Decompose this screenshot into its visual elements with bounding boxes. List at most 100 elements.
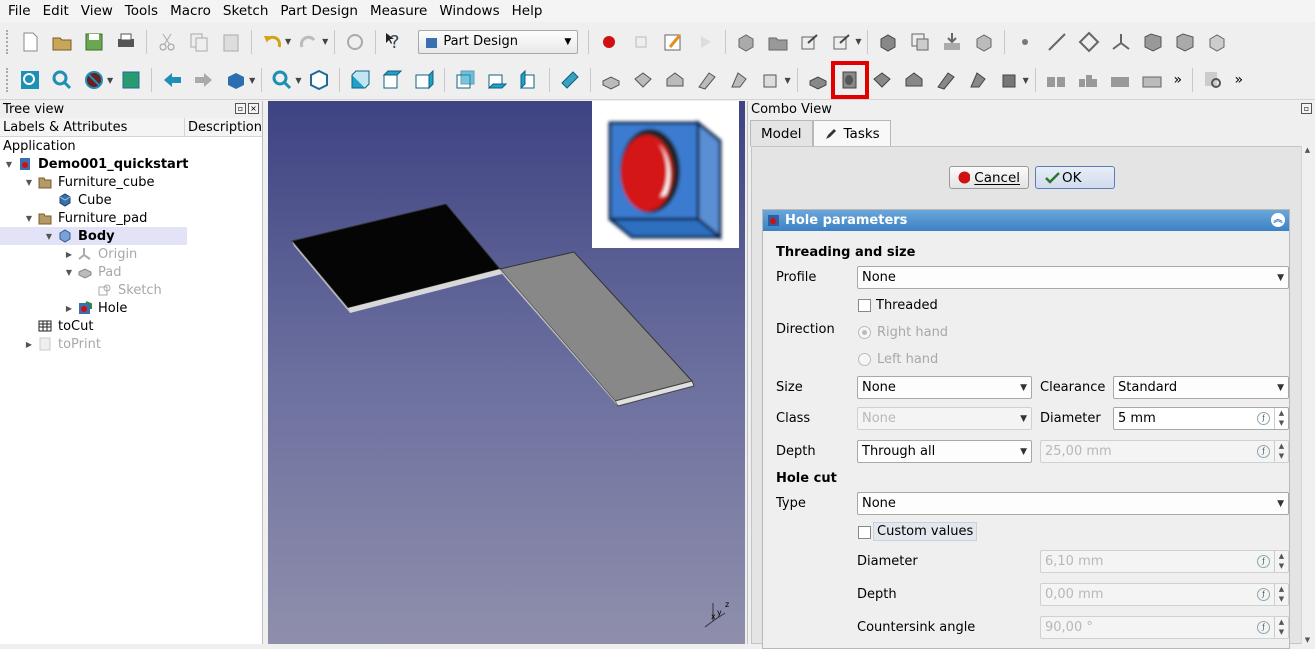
profile-select[interactable]: None ▼	[857, 266, 1289, 289]
group-icon[interactable]	[765, 29, 791, 55]
additive-helix-icon[interactable]	[726, 67, 752, 93]
refresh-icon[interactable]	[342, 29, 368, 55]
menu-tools[interactable]: Tools	[119, 3, 164, 19]
right-hand-radio[interactable]	[858, 326, 871, 339]
menu-file[interactable]: File	[2, 3, 37, 19]
redo-icon[interactable]	[296, 29, 322, 55]
tree-item-origin[interactable]: ▶ Origin	[0, 245, 262, 263]
subtractive-primitive-icon[interactable]	[997, 67, 1023, 93]
redo-dropdown-icon[interactable]: ▼	[322, 37, 328, 46]
mirrored-icon[interactable]	[1043, 67, 1069, 93]
class-select[interactable]: None ▼	[857, 407, 1032, 430]
bounding-box-icon[interactable]	[118, 67, 144, 93]
float-icon[interactable]: ▫	[1301, 103, 1312, 114]
link-actions-icon[interactable]	[829, 29, 855, 55]
toolbar-grip[interactable]	[6, 68, 10, 92]
menu-help[interactable]: Help	[506, 3, 549, 19]
3d-viewport[interactable]: z y x	[268, 101, 745, 644]
left-view-icon[interactable]	[516, 67, 542, 93]
spin-arrows-icon[interactable]: ▲ ▼	[1274, 617, 1288, 638]
tree-item-demo[interactable]: ▼ Demo001_quickstart	[0, 155, 262, 173]
stop-macro-icon[interactable]	[628, 29, 654, 55]
polar-pattern-icon[interactable]	[1107, 67, 1133, 93]
run-macro-icon[interactable]	[692, 29, 718, 55]
tab-tasks[interactable]: Tasks	[812, 120, 891, 147]
menu-measure[interactable]: Measure	[364, 3, 433, 19]
expand-arrow-icon[interactable]: ▼	[24, 214, 34, 223]
threaded-checkbox[interactable]	[858, 299, 871, 312]
subtractive-dropdown-icon[interactable]: ▼	[1023, 76, 1029, 85]
spin-arrows-icon[interactable]: ▲ ▼	[1274, 551, 1288, 572]
datum-plane-icon[interactable]	[1076, 29, 1102, 55]
menu-windows[interactable]: Windows	[433, 3, 505, 19]
scroll-down-icon[interactable]: ▼	[1302, 636, 1313, 644]
edit-macro-icon[interactable]	[660, 29, 686, 55]
cut-depth-input[interactable]: 0,00 mm ƒ ▲ ▼	[1040, 583, 1289, 606]
expression-icon[interactable]: ƒ	[1257, 621, 1270, 634]
isometric-view-icon[interactable]	[306, 67, 332, 93]
menu-edit[interactable]: Edit	[37, 3, 75, 19]
additive-primitive-icon[interactable]	[758, 67, 784, 93]
tree-item-furniture-cube[interactable]: ▼ Furniture_cube	[0, 173, 262, 191]
open-folder-icon[interactable]	[49, 29, 75, 55]
more-tools-2-icon[interactable]: »	[1232, 67, 1246, 93]
menu-part-design[interactable]: Part Design	[274, 3, 364, 19]
draw-style-dropdown-icon[interactable]: ▼	[107, 76, 113, 85]
menu-macro[interactable]: Macro	[164, 3, 217, 19]
expression-icon[interactable]: ƒ	[1257, 555, 1270, 568]
undo-icon[interactable]	[259, 29, 285, 55]
spin-arrows-icon[interactable]: ▲ ▼	[1274, 584, 1288, 605]
tree-item-tocut[interactable]: toCut	[0, 317, 262, 335]
sync-view-icon[interactable]	[223, 67, 249, 93]
countersink-angle-input[interactable]: 90,00 ° ƒ ▲ ▼	[1040, 616, 1289, 639]
tree-item-furniture-pad[interactable]: ▼ Furniture_pad	[0, 209, 262, 227]
size-select[interactable]: None ▼	[857, 376, 1032, 399]
float-icon[interactable]: ▫	[235, 103, 246, 114]
custom-values-checkbox[interactable]	[858, 526, 871, 539]
part-icon[interactable]	[733, 29, 759, 55]
subtractive-pipe-icon[interactable]	[933, 67, 959, 93]
create-sketch-icon[interactable]	[907, 29, 933, 55]
task-panel-scrollbar[interactable]: ▲ ▼	[1301, 146, 1313, 644]
depth-type-select[interactable]: Through all ▼	[857, 440, 1032, 463]
tree-item-sketch[interactable]: Sketch	[0, 281, 262, 299]
hole-parameters-header[interactable]: Hole parameters ︽	[763, 210, 1289, 231]
pad-icon[interactable]	[598, 67, 624, 93]
multi-transform-icon[interactable]	[1139, 67, 1165, 93]
tree-item-body[interactable]: ▼ Body	[0, 227, 187, 245]
link-icon[interactable]	[797, 29, 823, 55]
additive-dropdown-icon[interactable]: ▼	[784, 76, 790, 85]
tree-item-toprint[interactable]: ▶ toPrint	[0, 335, 262, 353]
spin-arrows-icon[interactable]: ▲ ▼	[1274, 441, 1288, 462]
top-view-icon[interactable]	[379, 67, 405, 93]
additive-loft-icon[interactable]	[662, 67, 688, 93]
cancel-button[interactable]: Cancel	[949, 166, 1029, 189]
hole-icon[interactable]	[830, 61, 869, 99]
new-document-icon[interactable]	[17, 29, 43, 55]
sync-dropdown-icon[interactable]: ▼	[249, 76, 255, 85]
local-cs-icon[interactable]	[1108, 29, 1134, 55]
draw-style-icon[interactable]	[81, 67, 107, 93]
workbench-selector[interactable]: Part Design ▼	[418, 29, 579, 54]
linear-pattern-icon[interactable]	[1075, 67, 1101, 93]
bottom-view-icon[interactable]	[484, 67, 510, 93]
forward-arrow-icon[interactable]	[191, 67, 217, 93]
datum-point-icon[interactable]	[1012, 29, 1038, 55]
pocket-icon[interactable]	[805, 67, 831, 93]
inspect-icon[interactable]	[1200, 67, 1226, 93]
measure-distance-icon[interactable]	[557, 67, 583, 93]
subtractive-loft-icon[interactable]	[901, 67, 927, 93]
tab-model[interactable]: Model	[750, 120, 813, 146]
link-dropdown-icon[interactable]: ▼	[855, 37, 861, 46]
zoom-icon[interactable]	[269, 67, 295, 93]
ok-button[interactable]: OK	[1035, 166, 1115, 189]
datum-line-icon[interactable]	[1044, 29, 1070, 55]
sub-shape-binder-icon[interactable]	[1172, 29, 1198, 55]
back-arrow-icon[interactable]	[159, 67, 185, 93]
front-view-icon[interactable]	[347, 67, 373, 93]
expand-arrow-icon[interactable]: ▶	[64, 304, 74, 313]
expression-icon[interactable]: ƒ	[1257, 412, 1270, 425]
record-macro-icon[interactable]	[596, 29, 622, 55]
body-icon[interactable]	[875, 29, 901, 55]
new-body-icon[interactable]	[1204, 29, 1230, 55]
